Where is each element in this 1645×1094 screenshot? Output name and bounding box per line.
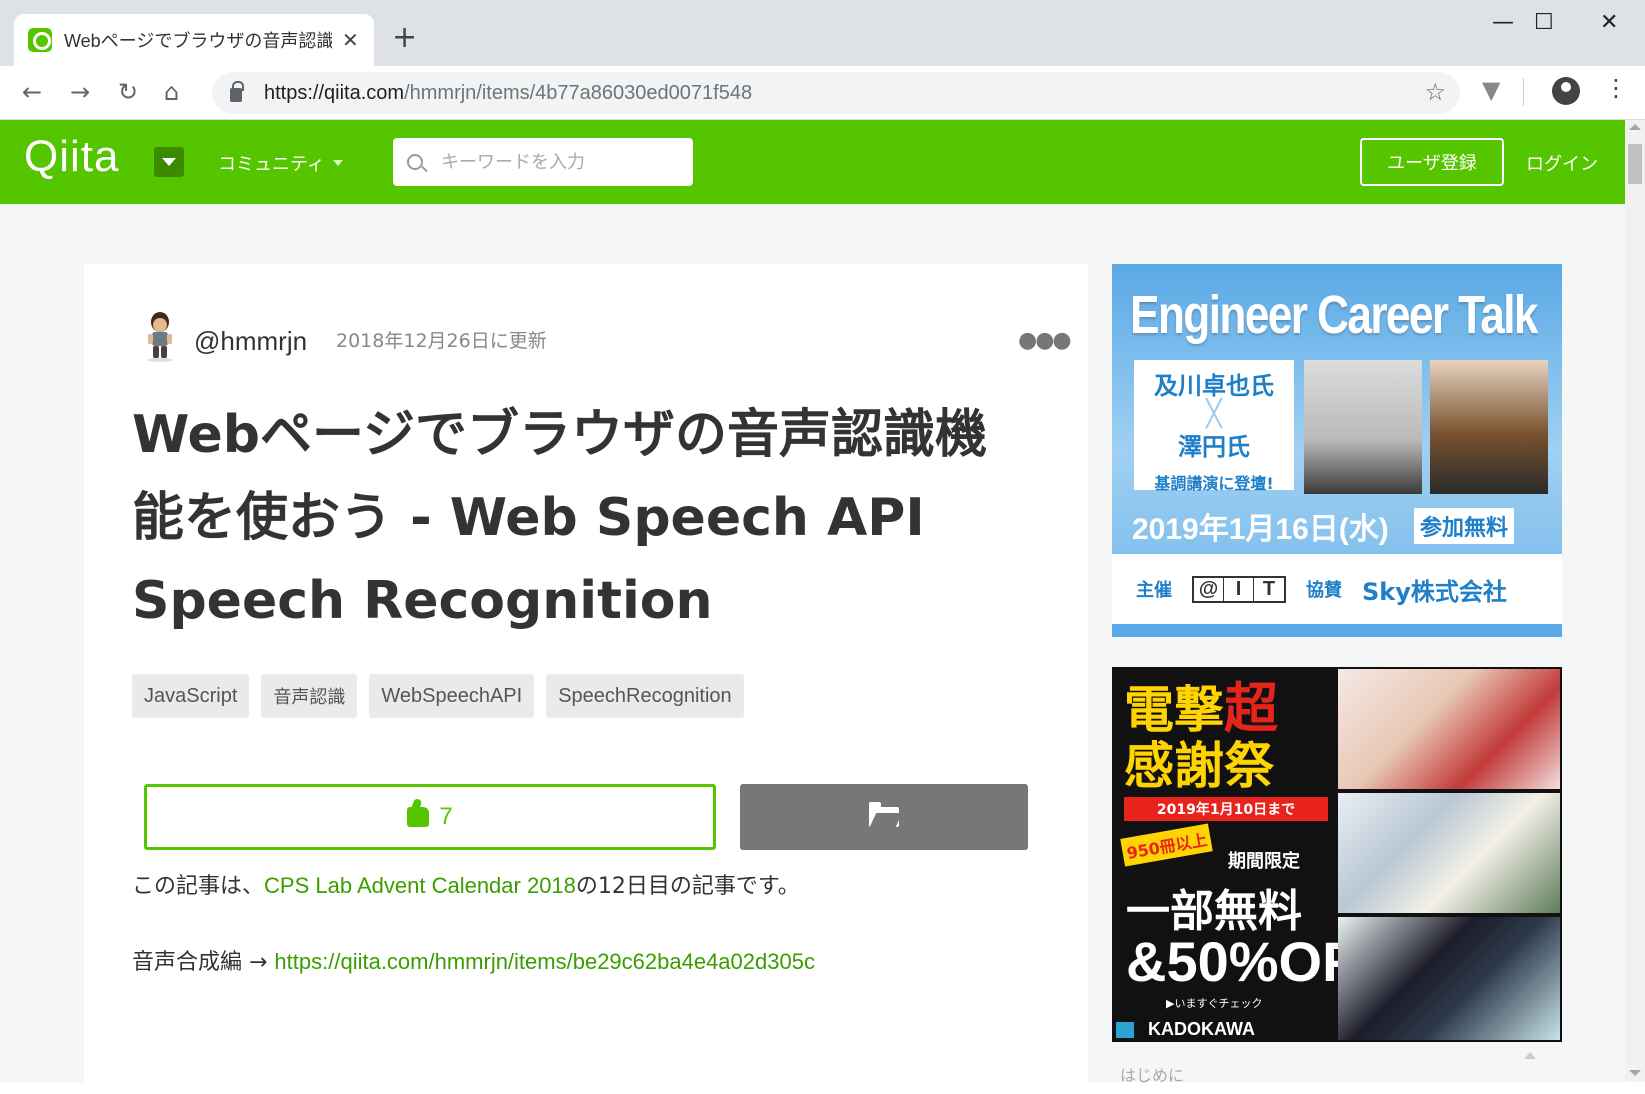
like-count: 7 bbox=[439, 803, 453, 830]
caret-down-icon bbox=[332, 160, 343, 166]
browser-menu-icon[interactable]: ⋮ bbox=[1604, 74, 1628, 102]
adchoices-icon[interactable] bbox=[1116, 1022, 1134, 1038]
article-card: @hmmrjn 2018年12月26日に更新 ●●● Webページでブラウザの音… bbox=[84, 264, 1088, 1094]
engineer-career-talk-ad[interactable]: Engineer Career Talk 及川卓也氏 ╳ 澤円氏 基調講演に登壇… bbox=[1112, 264, 1562, 637]
browser-toolbar: ← → ↻ ⌂ https://qiita.com /hmmrjn/items/… bbox=[0, 66, 1645, 120]
qiita-favicon-icon bbox=[28, 28, 52, 52]
maximize-button[interactable]: ☐ bbox=[1534, 10, 1554, 35]
thumbs-up-icon bbox=[407, 807, 430, 827]
speech-synthesis-link[interactable]: https://qiita.com/hmmrjn/items/be29c62ba… bbox=[274, 949, 815, 974]
tag-speech-recognition-jp[interactable]: 音声認識 bbox=[261, 674, 358, 718]
back-icon[interactable]: ← bbox=[22, 78, 42, 106]
ad1-subtitle: 基調講演に登壇! bbox=[1154, 474, 1274, 493]
ad1-free: 参加無料 bbox=[1414, 508, 1515, 544]
intro-paragraph: この記事は、CPS Lab Advent Calendar 2018の12日目の… bbox=[132, 868, 800, 900]
ad2-date: 2019年1月10日まで bbox=[1124, 797, 1328, 821]
intro-suffix: の12日目の記事です。 bbox=[575, 874, 800, 899]
updated-date: 2018年12月26日に更新 bbox=[336, 330, 547, 352]
ad2-limited: 期間限定 bbox=[1228, 851, 1300, 872]
qiita-logo[interactable]: Qiita bbox=[24, 132, 119, 182]
ad1-speaker1: 及川卓也氏 bbox=[1154, 372, 1274, 400]
toolbar-divider bbox=[1523, 78, 1524, 106]
bookmark-star-icon[interactable]: ☆ bbox=[1424, 78, 1446, 106]
extension-icon[interactable]: ▼ bbox=[1482, 76, 1500, 104]
ad1-bottom-strip bbox=[1112, 624, 1562, 637]
author-avatar[interactable] bbox=[140, 310, 180, 362]
scroll-down-icon[interactable] bbox=[1629, 1070, 1641, 1076]
dengeki-sale-ad[interactable]: 電撃超 感謝祭 2019年1月10日まで 950冊以上 期間限定 一部無料 &5… bbox=[1112, 667, 1562, 1042]
more-options-icon[interactable]: ●●● bbox=[1018, 328, 1072, 353]
ad1-footer: 主催 @ I T 協賛 Sky株式会社 bbox=[1112, 554, 1562, 624]
community-label: コミュニティ bbox=[218, 154, 325, 175]
lock-icon bbox=[230, 81, 244, 102]
ad2-title-line1: 電撃 bbox=[1124, 681, 1224, 739]
article-title: Webページでブラウザの音声認識機能を使おう - Web Speech API … bbox=[132, 405, 987, 631]
intro-prefix: この記事は、 bbox=[132, 874, 265, 899]
forward-icon[interactable]: → bbox=[70, 78, 90, 106]
scroll-up-icon[interactable] bbox=[1629, 124, 1641, 130]
ad2-artwork-1 bbox=[1338, 669, 1560, 789]
logo-dropdown-icon[interactable] bbox=[154, 147, 184, 177]
ad1-sponsor: Sky株式会社 bbox=[1362, 577, 1507, 606]
related-prefix: 音声合成編 → bbox=[132, 950, 275, 975]
login-link[interactable]: ログイン bbox=[1526, 150, 1598, 176]
search-box[interactable] bbox=[393, 138, 693, 186]
ad2-title-super: 超 bbox=[1224, 677, 1278, 740]
community-menu[interactable]: コミュニティ bbox=[218, 150, 343, 176]
url-path: /hmmrjn/items/4b77a86030ed0071f548 bbox=[404, 81, 753, 104]
ad2-title-line2: 感謝祭 bbox=[1124, 737, 1274, 795]
home-icon[interactable]: ⌂ bbox=[164, 78, 179, 106]
atmarkit-logo: @ I T bbox=[1192, 575, 1286, 603]
ad2-title: 電撃超 感謝祭 bbox=[1124, 681, 1278, 795]
atmark-t: T bbox=[1262, 577, 1276, 600]
tag-list: JavaScript 音声認識 WebSpeechAPI SpeechRecog… bbox=[132, 674, 744, 718]
url-host: https://qiita.com bbox=[264, 81, 405, 104]
page-scrollbar[interactable] bbox=[1625, 120, 1645, 1082]
account-icon[interactable] bbox=[1552, 77, 1580, 105]
ad2-badge: 950冊以上 bbox=[1120, 823, 1214, 867]
ad2-check: ▶いますぐチェック bbox=[1166, 997, 1263, 1010]
ad2-publisher: KADOKAWA bbox=[1112, 1019, 1332, 1042]
ad1-speaker2-photo bbox=[1430, 360, 1548, 494]
ad1-speakers-box: 及川卓也氏 ╳ 澤円氏 基調講演に登壇! bbox=[1134, 360, 1294, 493]
search-icon bbox=[407, 154, 423, 170]
toc-heading[interactable]: はじめに bbox=[1120, 1062, 1184, 1086]
ad1-org-label: 主催 bbox=[1136, 580, 1172, 601]
toc-collapse-icon[interactable] bbox=[1524, 1052, 1536, 1059]
related-paragraph: 音声合成編 → https://qiita.com/hmmrjn/items/b… bbox=[132, 944, 815, 976]
ad2-artwork-3 bbox=[1338, 917, 1560, 1040]
search-input[interactable] bbox=[441, 151, 681, 173]
browser-tab[interactable]: Webページでブラウザの音声認識機能を使おう ✕ bbox=[14, 14, 374, 66]
scroll-thumb[interactable] bbox=[1628, 144, 1642, 184]
tag-speechrecognition[interactable]: SpeechRecognition bbox=[546, 674, 744, 718]
signup-button[interactable]: ユーザ登録 bbox=[1360, 138, 1504, 186]
like-button[interactable]: 7 bbox=[144, 784, 716, 850]
atmark-i: I bbox=[1224, 577, 1254, 601]
author-name[interactable]: @hmmrjn bbox=[194, 326, 307, 357]
site-header: Qiita コミュニティ ユーザ登録 ログイン bbox=[0, 120, 1625, 204]
ad1-speaker2: 澤円氏 bbox=[1178, 433, 1250, 461]
ad1-speaker1-photo bbox=[1304, 360, 1422, 494]
browser-tab-strip: Webページでブラウザの音声認識機能を使おう ✕ + — ☐ ✕ bbox=[0, 0, 1645, 66]
tag-webspeechapi[interactable]: WebSpeechAPI bbox=[369, 674, 535, 718]
atmark-at: @ bbox=[1194, 577, 1224, 601]
minimize-button[interactable]: — bbox=[1492, 10, 1514, 35]
ad1-cross: ╳ bbox=[1206, 399, 1222, 429]
tag-javascript[interactable]: JavaScript bbox=[132, 674, 250, 718]
close-window-button[interactable]: ✕ bbox=[1600, 10, 1618, 35]
tab-close-icon[interactable]: ✕ bbox=[342, 28, 359, 52]
ad1-date: 2019年1月16日(水) bbox=[1132, 513, 1389, 546]
stock-button[interactable] bbox=[740, 784, 1028, 850]
page-body: @hmmrjn 2018年12月26日に更新 ●●● Webページでブラウザの音… bbox=[0, 204, 1625, 1094]
ad2-artwork-2 bbox=[1338, 793, 1560, 913]
new-tab-button[interactable]: + bbox=[392, 20, 417, 55]
reload-icon[interactable]: ↻ bbox=[118, 78, 138, 106]
folder-open-icon bbox=[869, 802, 899, 827]
ad1-sponsor-label: 協賛 bbox=[1306, 580, 1342, 601]
ad1-title: Engineer Career Talk bbox=[1130, 285, 1539, 345]
tab-title: Webページでブラウザの音声認識機能を使おう bbox=[64, 31, 332, 51]
advent-calendar-link[interactable]: CPS Lab Advent Calendar 2018 bbox=[264, 873, 576, 898]
address-bar[interactable]: https://qiita.com /hmmrjn/items/4b77a860… bbox=[212, 72, 1460, 114]
